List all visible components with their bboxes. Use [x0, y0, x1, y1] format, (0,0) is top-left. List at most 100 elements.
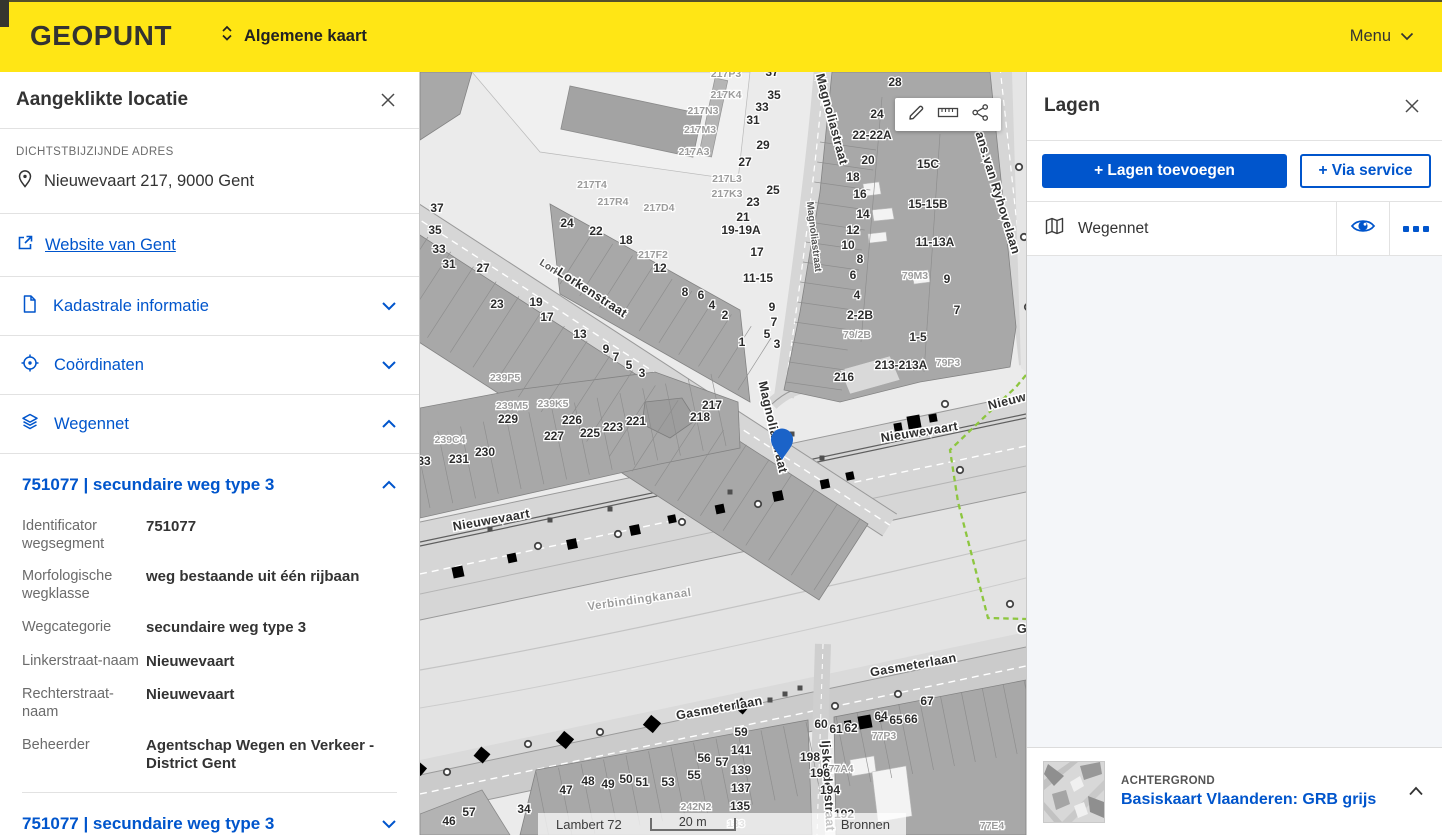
geopunt-logo[interactable]: GEOPUNT — [30, 20, 172, 52]
map-label: 9 — [944, 272, 951, 286]
map-label: 231 — [449, 452, 469, 466]
map-label: 9 — [769, 300, 776, 314]
segment-header-expanded[interactable]: 751077 | secundaire weg type 3 — [22, 454, 397, 516]
sources-link[interactable]: Bronnen — [841, 817, 890, 832]
chevron-down-icon — [381, 297, 397, 316]
map-label: 13 — [573, 327, 587, 341]
section-wegennet[interactable]: Wegennet — [0, 395, 419, 454]
clicked-location-panel: Aangeklikte locatie DICHTSTBIJZIJNDE ADR… — [0, 72, 420, 835]
attr-value: Nieuwevaart — [146, 686, 397, 721]
left-panel-title: Aangeklikte locatie — [16, 89, 188, 111]
map-label: 216 — [834, 370, 854, 384]
map-label: 8 — [857, 252, 864, 266]
layer-row-wegennet[interactable]: Wegennet — [1027, 202, 1442, 256]
attr-value: weg bestaande uit één rijbaan — [146, 568, 397, 603]
map-label: 64 — [874, 709, 888, 723]
map-label: 217M3 — [684, 124, 716, 136]
map-label: 194 — [820, 783, 840, 797]
section-label: Coördinaten — [54, 356, 144, 375]
section-kadastrale-informatie[interactable]: Kadastrale informatie — [0, 277, 419, 336]
segment-title: 751077 | secundaire weg type 3 — [22, 814, 274, 834]
chevron-down-icon — [381, 814, 397, 834]
map-label: 31 — [442, 257, 456, 271]
map-label: 16 — [853, 187, 867, 201]
map-label: 239K5 — [538, 398, 569, 410]
layer-visibility-button[interactable] — [1336, 202, 1389, 255]
map-label: 5 — [626, 358, 633, 372]
map-label: 47 — [559, 783, 573, 797]
close-layers-panel-button[interactable] — [1401, 95, 1423, 117]
map-label: 2-2B — [847, 308, 873, 322]
add-layers-button[interactable]: + Lagen toevoegen — [1042, 154, 1287, 188]
map-label: 217N3 — [688, 105, 719, 117]
external-link-icon — [16, 233, 35, 257]
map-label: 217D4 — [644, 202, 675, 214]
map-label: 50 — [619, 772, 633, 786]
background-name[interactable]: Basiskaart Vlaanderen: GRB grijs — [1121, 791, 1376, 809]
map-label: 12 — [653, 261, 667, 275]
map-label: 15C — [917, 157, 939, 171]
map-label: 61 — [829, 722, 843, 736]
map-label: 79/2B — [843, 329, 871, 341]
website-link[interactable]: Website van Gent — [45, 236, 176, 255]
map-label: 139 — [731, 763, 751, 777]
background-thumbnail — [1043, 761, 1105, 823]
share-icon[interactable] — [971, 103, 990, 127]
map-switcher[interactable]: Algemene kaart — [220, 25, 367, 47]
map-label: 3 — [639, 366, 646, 380]
map-label: 29 — [756, 138, 770, 152]
chevron-up-icon — [381, 415, 397, 434]
map-label: 4 — [709, 298, 716, 312]
via-service-button[interactable]: + Via service — [1300, 154, 1431, 188]
map-label: 56 — [697, 751, 711, 765]
map-label: 24 — [870, 107, 884, 121]
target-icon — [20, 353, 40, 378]
chevron-up-icon — [381, 475, 397, 495]
map-label: 35 — [767, 88, 781, 102]
scale-bar: 20 m — [650, 818, 736, 831]
map-label: 141 — [731, 743, 751, 757]
map-label: 57 — [715, 755, 729, 769]
section-coordinaten[interactable]: Coördinaten — [0, 336, 419, 395]
nearest-address-value: Nieuwevaart 217, 9000 Gent — [44, 172, 254, 191]
map-label: 4 — [854, 288, 861, 302]
menu-label: Menu — [1350, 27, 1391, 46]
map-label: 19 — [529, 295, 543, 309]
right-panel-title: Lagen — [1044, 95, 1100, 117]
segment-title: 751077 | secundaire weg type 3 — [22, 475, 274, 495]
map-label: 18 — [846, 170, 860, 184]
map-label: 196 — [810, 766, 830, 780]
map-label: 217 — [702, 398, 722, 412]
map-label: 23 — [746, 195, 760, 209]
map-label: 221 — [626, 414, 646, 428]
map-label: 213-213A — [875, 358, 928, 372]
measure-ruler-icon[interactable] — [937, 103, 959, 127]
map-label: 2 — [722, 308, 729, 322]
left-panel-header: Aangeklikte locatie — [0, 72, 419, 129]
section-label: Wegennet — [54, 415, 129, 434]
attr-label: Morfologische wegklasse — [22, 568, 146, 603]
map-label: 57 — [462, 805, 476, 819]
segment-header-collapsed[interactable]: 751077 | secundaire weg type 3 — [22, 792, 397, 835]
map-label: 33 — [420, 454, 431, 468]
background-layer-card[interactable]: ACHTERGROND Basiskaart Vlaanderen: GRB g… — [1027, 747, 1442, 835]
map-label: G — [1017, 622, 1026, 636]
attr-label: Linkerstraat-naam — [22, 653, 146, 672]
map-label: 6 — [850, 268, 857, 282]
layer-options-button[interactable] — [1389, 202, 1442, 255]
map-label: 37 — [430, 201, 444, 215]
folded-map-icon — [1044, 216, 1065, 241]
close-left-panel-button[interactable] — [377, 89, 399, 111]
layers-icon — [20, 412, 40, 437]
map-label: 227 — [544, 429, 564, 443]
map-label: 5 — [764, 327, 771, 341]
map-label: 217A3 — [679, 146, 710, 158]
map-label: 217P3 — [711, 72, 742, 80]
map-label: 198 — [800, 750, 820, 764]
map[interactable]: LorkLorkenstraatMagnoliastraatMagnoliast… — [420, 72, 1026, 835]
map-canvas: LorkLorkenstraatMagnoliastraatMagnoliast… — [420, 72, 1026, 835]
map-label: 77E4 — [980, 820, 1005, 832]
menu-button[interactable]: Menu — [1350, 27, 1414, 46]
map-label: 225 — [580, 426, 600, 440]
draw-pencil-icon[interactable] — [907, 103, 926, 127]
